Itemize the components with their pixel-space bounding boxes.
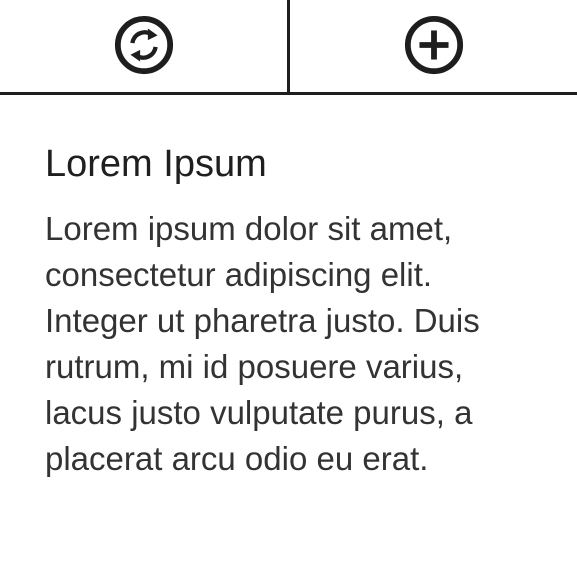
content-card: Lorem Ipsum Lorem ipsum dolor sit amet, … <box>45 140 545 482</box>
add-button[interactable] <box>290 0 577 92</box>
refresh-icon <box>114 15 173 75</box>
toolbar <box>0 0 577 95</box>
card-body: Lorem ipsum dolor sit amet, consectetur … <box>45 210 480 477</box>
refresh-button[interactable] <box>0 0 290 92</box>
add-icon <box>404 15 463 75</box>
card-title: Lorem Ipsum <box>45 143 267 185</box>
